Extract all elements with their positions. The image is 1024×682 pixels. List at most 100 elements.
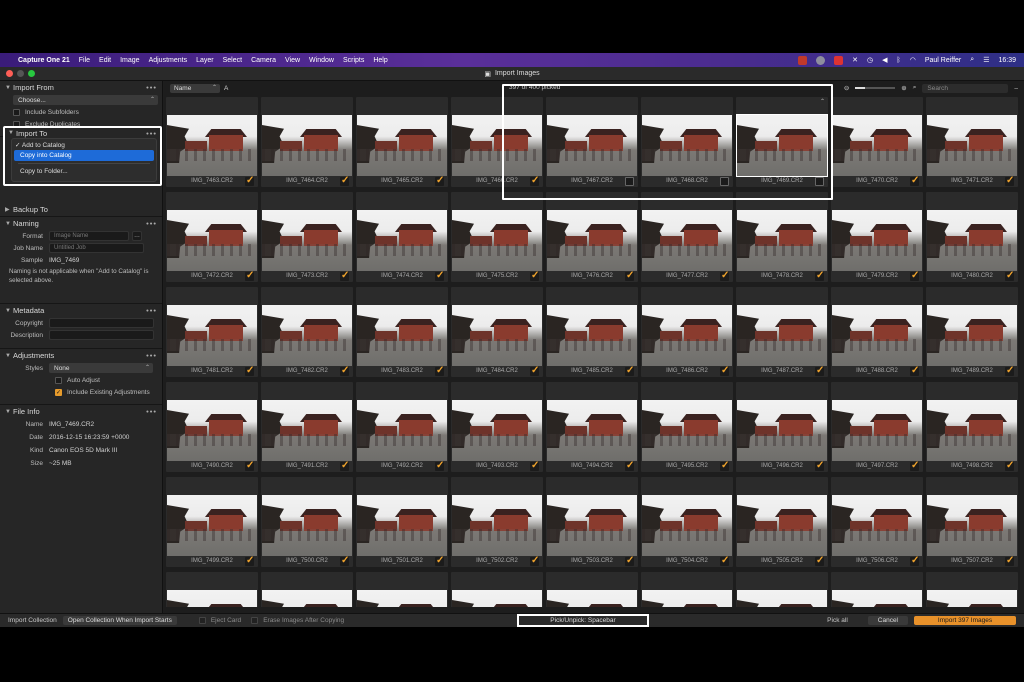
thumbnail-image[interactable] (547, 210, 637, 271)
thumbnail-cell[interactable]: IMG_7498.CR2 (926, 382, 1018, 472)
thumbnail-cell[interactable]: IMG_7470.CR2 (831, 97, 923, 187)
thumbnail-image[interactable] (547, 305, 637, 366)
pick-checkbox[interactable] (530, 270, 539, 281)
pick-checkbox[interactable] (815, 177, 824, 186)
thumbnail-cell[interactable] (546, 572, 638, 607)
pick-checkbox[interactable] (815, 555, 824, 566)
auto-adjust-checkbox[interactable] (55, 376, 62, 384)
pick-checkbox[interactable] (720, 177, 729, 186)
thumbnail-cell[interactable]: IMG_7490.CR2 (166, 382, 258, 472)
pick-checkbox[interactable] (245, 555, 254, 566)
eject-card-checkbox[interactable] (198, 617, 206, 624)
thumbnail-image[interactable] (167, 210, 257, 271)
pick-checkbox[interactable] (815, 460, 824, 471)
thumbnail-image[interactable] (927, 495, 1017, 556)
thumbnail-cell[interactable]: IMG_7476.CR2 (546, 192, 638, 282)
pick-checkbox[interactable] (435, 460, 444, 471)
pick-checkbox[interactable] (435, 365, 444, 376)
thumbnail-image[interactable] (927, 400, 1017, 461)
thumbnail-cell[interactable]: IMG_7481.CR2 (166, 287, 258, 377)
menu-scripts[interactable]: Scripts (343, 57, 364, 64)
pick-checkbox[interactable] (720, 270, 729, 281)
thumbnail-cell[interactable]: IMG_7488.CR2 (831, 287, 923, 377)
tool-icon[interactable]: ✕ (852, 56, 858, 64)
include-subfolders-checkbox[interactable] (13, 108, 20, 116)
menu-item-copy-into-catalog[interactable]: Copy into Catalog (14, 150, 154, 161)
thumbnail-image[interactable] (832, 495, 922, 556)
pick-checkbox[interactable] (1005, 365, 1014, 376)
thumbnail-image[interactable] (357, 210, 447, 271)
thumbnail-cell[interactable]: IMG_7480.CR2 (926, 192, 1018, 282)
thumbnail-image[interactable] (452, 590, 542, 607)
thumbnail-image[interactable] (357, 115, 447, 176)
more-icon[interactable]: ••• (146, 129, 157, 138)
thumbnail-image[interactable] (737, 210, 827, 271)
thumbnail-cell[interactable]: IMG_7503.CR2 (546, 477, 638, 567)
pick-checkbox[interactable] (625, 177, 634, 186)
thumbnail-cell[interactable]: IMG_7486.CR2 (641, 287, 733, 377)
thumbnail-cell[interactable] (356, 572, 448, 607)
search-filter-icon[interactable]: ⌕ (913, 84, 917, 92)
thumbnail-cell[interactable]: IMG_7491.CR2 (261, 382, 353, 472)
thumbnail-image[interactable] (832, 400, 922, 461)
thumbnail-cell[interactable]: IMG_7465.CR2 (356, 97, 448, 187)
more-icon[interactable]: ••• (146, 407, 157, 416)
thumbnail-image[interactable] (547, 590, 637, 607)
pick-checkbox[interactable] (910, 555, 919, 566)
thumbnail-cell[interactable]: IMG_7463.CR2 (166, 97, 258, 187)
pick-checkbox[interactable] (815, 365, 824, 376)
wifi-icon[interactable]: ◠ (910, 56, 916, 64)
thumbnail-cell[interactable]: IMG_7504.CR2 (641, 477, 733, 567)
thumbnail-cell[interactable]: IMG_7505.CR2 (736, 477, 828, 567)
thumbnail-cell[interactable] (451, 572, 543, 607)
menu-adjustments[interactable]: Adjustments (149, 57, 188, 64)
menu-help[interactable]: Help (373, 57, 387, 64)
pick-checkbox[interactable] (625, 270, 634, 281)
record-icon[interactable] (834, 55, 844, 65)
thumbnail-image[interactable] (927, 115, 1017, 176)
naming-header[interactable]: ▼ Naming ••• (0, 217, 162, 230)
menu-item-add-to-catalog[interactable]: ✓ Add to Catalog (12, 139, 156, 150)
adjustments-header[interactable]: ▼ Adjustments ••• (0, 349, 162, 362)
thumbnail-cell[interactable]: IMG_7500.CR2 (261, 477, 353, 567)
thumbnail-cell[interactable]: IMG_7502.CR2 (451, 477, 543, 567)
thumbnail-image[interactable] (167, 305, 257, 366)
sort-select[interactable]: Name (170, 83, 220, 93)
close-window-button[interactable] (6, 70, 13, 77)
thumbnail-cell[interactable]: IMG_7489.CR2 (926, 287, 1018, 377)
thumbnail-cell[interactable]: IMG_7472.CR2 (166, 192, 258, 282)
thumbnail-cell[interactable]: IMG_7501.CR2 (356, 477, 448, 567)
pick-checkbox[interactable] (245, 365, 254, 376)
thumbnail-cell[interactable]: IMG_7478.CR2 (736, 192, 828, 282)
thumbnail-cell[interactable]: IMG_7469.CR2 (736, 97, 828, 187)
thumbnail-cell[interactable]: IMG_7485.CR2 (546, 287, 638, 377)
menu-layer[interactable]: Layer (196, 57, 214, 64)
thumbnail-cell[interactable] (641, 572, 733, 607)
control-center-icon[interactable]: ☰ (983, 56, 989, 64)
thumbnail-cell[interactable]: IMG_7473.CR2 (261, 192, 353, 282)
import-to-header[interactable]: ▼ Import To ••• (5, 128, 160, 138)
thumbnail-cell[interactable]: IMG_7471.CR2 (926, 97, 1018, 187)
thumbnail-cell[interactable]: IMG_7479.CR2 (831, 192, 923, 282)
thumbnail-image[interactable] (452, 210, 542, 271)
pick-checkbox[interactable] (340, 365, 349, 376)
thumbnail-cell[interactable] (926, 572, 1018, 607)
more-icon[interactable]: ••• (146, 219, 157, 228)
pick-checkbox[interactable] (245, 460, 254, 471)
thumbnail-image[interactable] (357, 400, 447, 461)
thumbnail-image[interactable] (452, 305, 542, 366)
thumbnail-image[interactable] (927, 210, 1017, 271)
thumbnail-image[interactable] (452, 495, 542, 556)
thumbnail-image[interactable] (547, 115, 637, 176)
import-collection-select[interactable]: Open Collection When Import Starts (62, 616, 177, 625)
pick-checkbox[interactable] (720, 460, 729, 471)
pick-checkbox[interactable] (910, 270, 919, 281)
import-from-header[interactable]: ▼ Import From ••• (0, 81, 162, 94)
thumbnail-image[interactable] (737, 305, 827, 366)
pick-checkbox[interactable] (435, 555, 444, 566)
pick-checkbox[interactable] (625, 460, 634, 471)
thumbnail-cell[interactable]: IMG_7482.CR2 (261, 287, 353, 377)
menu-edit[interactable]: Edit (99, 57, 111, 64)
menu-window[interactable]: Window (309, 57, 334, 64)
zoom-window-button[interactable] (28, 70, 35, 77)
